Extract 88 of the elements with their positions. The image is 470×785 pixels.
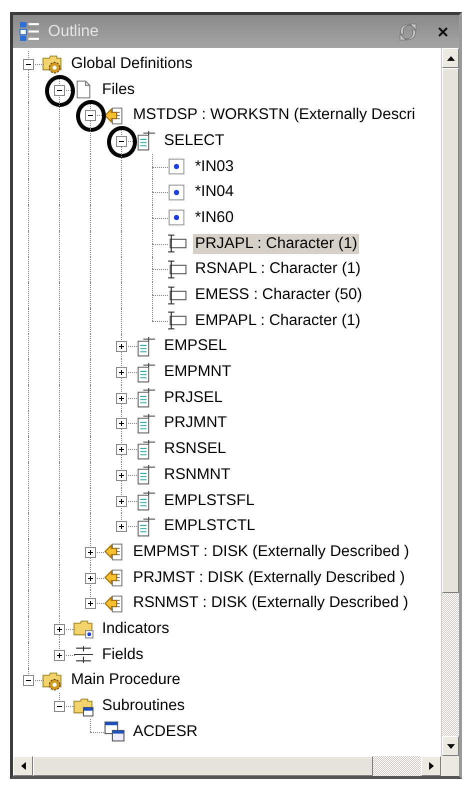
expand-toggle[interactable] [116,341,127,352]
down-arrow-icon [446,744,454,748]
split-lines-icon [73,644,94,666]
tree-item[interactable]: PRJAPL : Character (1) [193,234,360,254]
text-cursor-box-icon [166,284,187,306]
expand-toggle[interactable] [54,84,65,96]
outline-view-icon [19,21,40,42]
tree-item[interactable]: MSTDSP : WORKSTN (Externally Descri [131,105,418,126]
vertical-scrollbar[interactable] [441,48,459,756]
scroll-left-button[interactable] [13,756,33,776]
tree-item[interactable]: RSNAPL : Character (1) [193,259,363,280]
scrollbar-thumb[interactable] [442,68,459,593]
arrow-page-icon [104,541,125,562]
lined-page-icon [135,130,156,152]
expand-toggle[interactable] [116,444,127,456]
close-icon[interactable] [437,26,449,38]
lined-page-icon [135,438,156,460]
lined-page-icon [135,464,156,486]
expand-toggle[interactable] [116,136,127,147]
tree-item[interactable]: Global Definitions [69,54,194,74]
dot-box-icon [166,182,187,203]
expand-toggle[interactable] [23,675,34,686]
tree-item[interactable]: EMPSEL [162,336,229,356]
expand-toggle[interactable] [116,470,127,481]
arrow-page-icon [104,567,125,588]
tree-item[interactable]: PRJMNT [162,413,229,434]
expand-toggle[interactable] [54,624,65,635]
tree-item[interactable]: *IN60 [193,208,236,228]
expand-toggle[interactable] [54,650,65,661]
folder-gear-icon [42,670,63,691]
tree-item[interactable]: *IN04 [193,182,236,202]
folder-gear-icon [42,53,63,74]
lined-page-icon [135,387,156,408]
tree-item[interactable]: EMESS : Character (50) [193,285,364,306]
tree-item[interactable]: EMPLSTSFL [162,490,256,511]
expand-toggle[interactable] [116,418,127,430]
text-cursor-box-icon [166,310,187,332]
tree-item[interactable]: Indicators [100,618,172,639]
horizontal-scrollbar[interactable] [13,756,441,776]
tree-item[interactable]: ACDESR [131,722,200,742]
tree-item[interactable]: EMPMST : DISK (Externally Described ) [131,542,412,562]
right-arrow-icon [428,762,434,770]
sync-icon[interactable] [397,20,419,42]
tree-item[interactable]: EMPAPL : Character (1) [193,310,362,331]
text-cursor-box-icon [166,233,187,254]
tree-item[interactable]: EMPMNT [162,362,234,382]
tree-item[interactable]: PRJMST : DISK (Externally Described ) [131,568,407,588]
lined-page-icon [135,362,156,383]
folder-window-icon [73,696,94,717]
expand-toggle[interactable] [116,496,127,507]
arrow-page-icon [104,592,125,614]
dot-box-icon [166,156,187,178]
tree-item[interactable]: *IN03 [193,156,236,177]
tree-item[interactable]: RSNMNT [162,464,232,485]
lined-page-icon [135,516,156,537]
tree-item[interactable]: PRJSEL [162,388,225,408]
tree-item[interactable]: Files [100,80,137,100]
tree-item[interactable]: Subroutines [100,696,187,716]
tree-item[interactable]: EMPLSTCTL [162,516,258,536]
up-arrow-icon [446,56,454,60]
lined-page-icon [135,490,156,512]
expand-toggle[interactable] [116,392,127,404]
scroll-right-button[interactable] [421,756,441,776]
arrow-page-icon [104,104,125,126]
panel-title: Outline [48,22,99,40]
expand-toggle[interactable] [85,546,96,558]
windows-icon [104,721,125,742]
scroll-down-button[interactable] [442,736,459,756]
expand-toggle[interactable] [85,110,96,122]
expand-toggle[interactable] [116,367,127,378]
expand-toggle[interactable] [54,701,65,712]
expand-toggle[interactable] [85,572,96,584]
lined-page-icon [135,412,156,434]
tree-item[interactable]: RSNMST : DISK (Externally Described ) [131,593,410,614]
tree-item[interactable]: SELECT [162,130,226,151]
scrollbar-corner [441,756,459,776]
tree-item[interactable]: Main Procedure [69,670,182,690]
expand-toggle[interactable] [85,598,96,610]
tree-item[interactable]: RSNSEL [162,439,228,460]
expand-toggle[interactable] [116,521,127,532]
text-cursor-box-icon [166,258,187,280]
expand-toggle[interactable] [23,58,34,70]
scrollbar-thumb[interactable] [33,756,373,776]
lined-page-icon [135,336,156,357]
left-arrow-icon [20,762,26,770]
dot-box-icon [166,207,187,228]
scroll-up-button[interactable] [442,48,459,68]
tree-item[interactable]: Fields [100,644,146,665]
